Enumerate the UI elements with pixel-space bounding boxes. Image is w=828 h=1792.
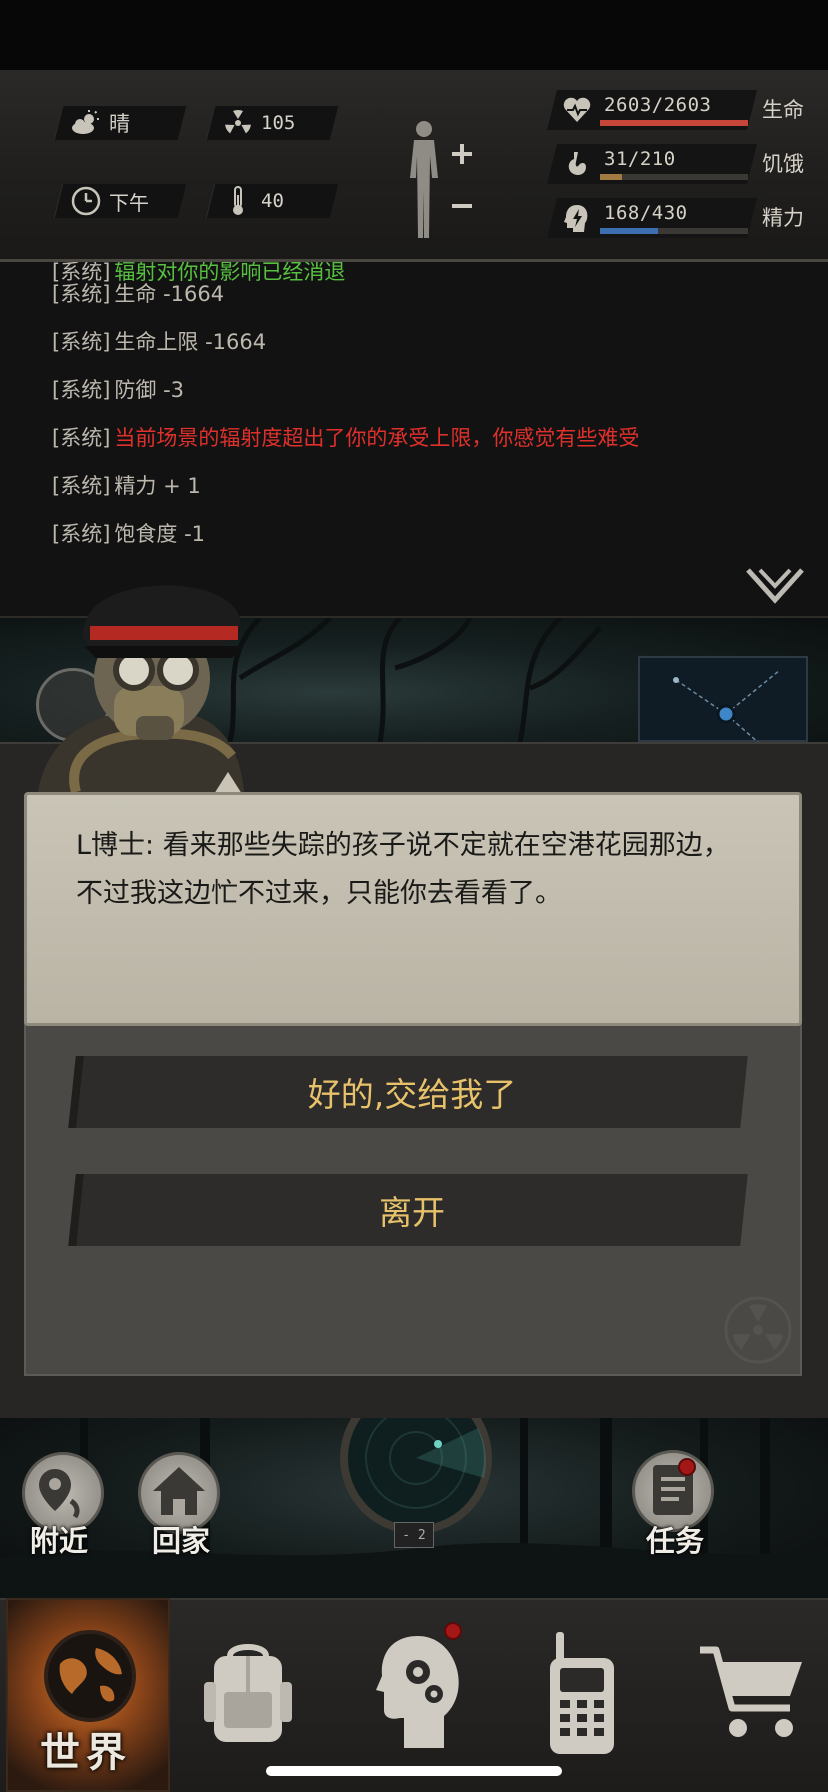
tab-radio[interactable] (510, 1598, 674, 1792)
npc-portrait-dr-l (36, 566, 246, 794)
backpack-icon (204, 1644, 292, 1742)
radiation-icon (221, 106, 255, 140)
hunger-bar: 31/210 饥饿 (547, 144, 824, 184)
radar-scanner[interactable] (338, 1418, 494, 1536)
energy-label: 精力 (762, 206, 804, 230)
nearby-label: 附近 (30, 1524, 89, 1558)
weather-sunny-cloud-icon (69, 106, 103, 140)
walkie-talkie-icon (550, 1632, 614, 1754)
thermometer-icon (221, 184, 255, 218)
phone-status-bar (0, 0, 828, 70)
radiation-chip: 105 (205, 106, 339, 140)
stats-panel: 晴 105 下午 40 2603/2603 生命 31/210 饥饿 168/4… (0, 70, 828, 262)
health-label: 生命 (762, 98, 804, 122)
tab-world[interactable]: 世界 (6, 1598, 170, 1792)
log-line: [系统] 当前场景的辐射度超出了你的承受上限，你感觉有些难受 (52, 426, 640, 450)
hunger-value: 31/210 (604, 148, 676, 170)
tasks-notification-dot (678, 1458, 696, 1476)
tab-shop[interactable] (674, 1598, 828, 1792)
tab-world-label: 世界 (40, 1730, 132, 1776)
energy-fill (600, 228, 658, 234)
energy-bar: 168/430 精力 (547, 198, 824, 238)
radiation-watermark-icon (724, 1296, 792, 1364)
shopping-cart-icon (700, 1646, 802, 1737)
leave-label: 离开 (379, 1193, 445, 1232)
log-expand-chevron-icon[interactable] (744, 566, 806, 606)
log-line: [系统] 生命 -1664 (52, 282, 225, 306)
temperature-value: 40 (261, 190, 284, 212)
home-label: 回家 (152, 1524, 211, 1558)
health-bar: 2603/2603 生命 (547, 90, 824, 130)
tasks-label: 任务 (646, 1524, 705, 1558)
energy-value: 168/430 (604, 202, 688, 224)
leave-button[interactable]: 离开 (76, 1174, 748, 1246)
temperature-chip: 40 (205, 184, 339, 218)
time-chip: 下午 (53, 184, 187, 218)
accept-quest-button[interactable]: 好的,交给我了 (76, 1056, 748, 1128)
skills-notification-dot (444, 1622, 462, 1640)
log-line: [系统] 饱食度 -1 (52, 522, 206, 546)
home-indicator[interactable] (266, 1766, 562, 1776)
stomach-icon (568, 152, 586, 175)
accept-quest-label: 好的,交给我了 (307, 1075, 517, 1114)
health-value: 2603/2603 (604, 94, 712, 116)
energy-head-icon (564, 205, 588, 232)
hunger-label: 饥饿 (762, 152, 804, 176)
radar-level: - 2 (394, 1522, 434, 1548)
head-gears-icon (376, 1636, 459, 1748)
globe-icon (44, 1630, 136, 1722)
log-line: [系统] 生命上限 -1664 (52, 330, 267, 354)
human-body-icon (410, 121, 472, 238)
tab-inventory[interactable] (182, 1598, 346, 1792)
heart-icon (563, 97, 591, 122)
hunger-fill (600, 174, 622, 180)
log-line: [系统] 防御 -3 (52, 378, 185, 402)
character-body-button[interactable] (398, 116, 478, 242)
health-fill (600, 120, 748, 126)
message-log[interactable]: [系统] 辐射对你的影响已经消退 [系统] 生命 -1664 [系统] 生命上限 -1… (0, 262, 828, 618)
weather-value: 晴 (109, 112, 130, 136)
speech-tail (214, 772, 242, 794)
npc-dialog-text: L博士: 看来那些失踪的孩子说不定就在空港花园那边，不过我这边忙不过来，只能你去… (76, 830, 730, 909)
weather-chip: 晴 (53, 106, 187, 140)
clock-icon (69, 184, 103, 218)
radiation-value: 105 (261, 112, 296, 134)
tab-skills[interactable] (346, 1598, 510, 1792)
time-value: 下午 (109, 190, 149, 215)
log-line: [系统] 精力 + 1 (52, 474, 201, 498)
minimap[interactable] (638, 656, 808, 745)
